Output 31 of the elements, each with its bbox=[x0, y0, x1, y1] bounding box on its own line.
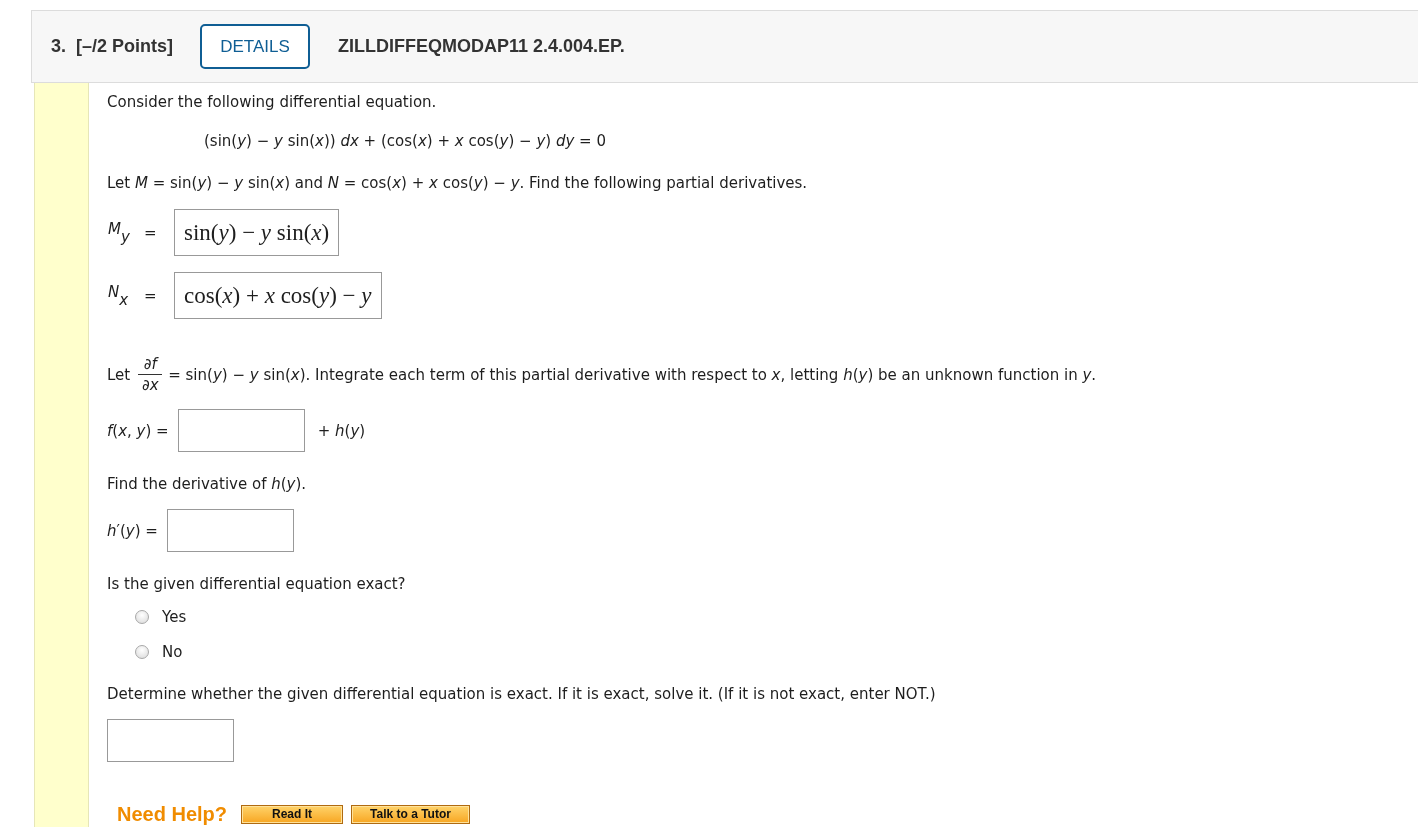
answer-label: f(x, y) = bbox=[107, 420, 169, 441]
answer-field[interactable] bbox=[177, 409, 305, 452]
equation-text: (sin(y) − y sin(x)) dx + (cos(x) + x cos(y) − y) dy = 0 bbox=[204, 131, 606, 151]
answer-label: h′(y) = bbox=[107, 520, 158, 541]
equals-sign: = bbox=[143, 222, 158, 243]
need-help-label: Need Help? bbox=[117, 804, 228, 824]
option-label[interactable]: No bbox=[162, 642, 183, 662]
points-label: [–/2 Points] bbox=[76, 36, 174, 57]
question-number: 3. bbox=[51, 36, 66, 57]
answer-field[interactable] bbox=[107, 719, 234, 762]
help-button[interactable]: Read It bbox=[241, 805, 344, 824]
fraction-numerator: ∂f bbox=[143, 355, 157, 373]
question-text: Let M = sin(y) − y sin(x) and N = cos(x) + x cos(y) − y. Find the following partial derivatives. bbox=[107, 173, 808, 193]
answer-field[interactable]: cos(x) + x cos(y) − y bbox=[174, 272, 382, 319]
answer-suffix: + h(y) bbox=[317, 420, 366, 441]
help-button[interactable]: Talk to a Tutor bbox=[351, 805, 470, 824]
details-button[interactable]: DETAILS bbox=[200, 24, 311, 69]
problem-code: ZILLDIFFEQMODAP11 2.4.004.EP. bbox=[338, 36, 625, 57]
question-text: Determine whether the given differential equation is exact. If it is exact, solve it. (If it is not exact, enter NOT.) bbox=[107, 684, 936, 704]
fraction-denominator: ∂x bbox=[141, 376, 159, 394]
question-text: Let bbox=[107, 364, 131, 385]
question-text: Find the derivative of h(y). bbox=[107, 474, 307, 494]
equals-sign: = bbox=[143, 285, 158, 306]
question-text: Is the given differential equation exact? bbox=[107, 574, 406, 594]
radio-button[interactable] bbox=[135, 645, 149, 659]
question-text: = sin(y) − y sin(x). Integrate each term of this partial derivative with respect to x, letting h(y) be an unknown function in y. bbox=[168, 364, 1097, 385]
answer-field[interactable] bbox=[166, 509, 294, 552]
question-text: Consider the following differential equation. bbox=[107, 92, 437, 112]
option-label[interactable]: Yes bbox=[162, 607, 187, 627]
radio-button[interactable] bbox=[135, 610, 149, 624]
answer-field[interactable]: sin(y) − y sin(x) bbox=[174, 209, 340, 256]
